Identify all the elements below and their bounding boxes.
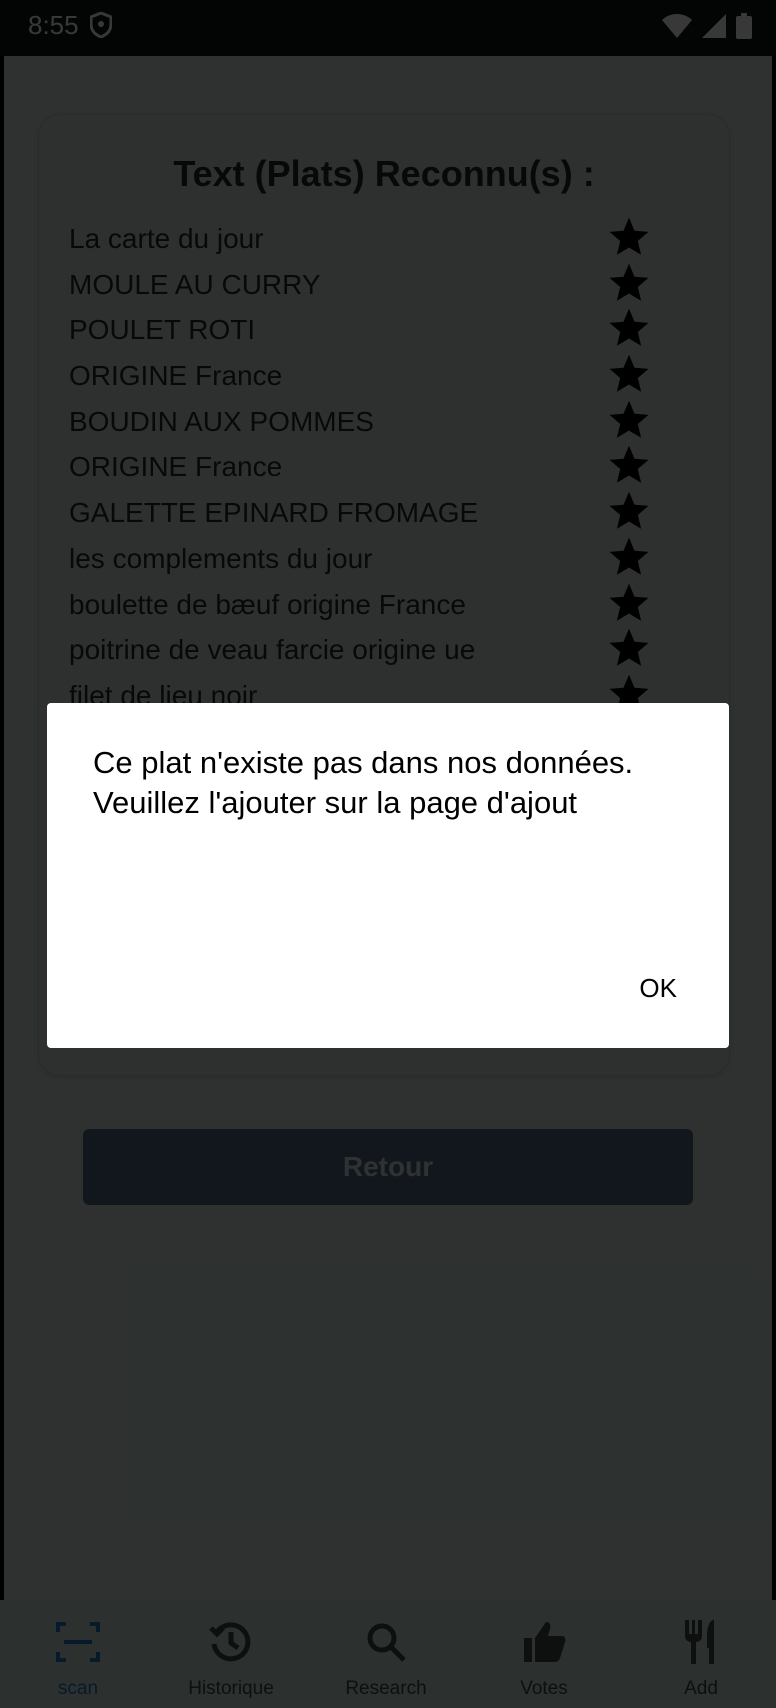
nav-item-scan[interactable]: scan bbox=[0, 1600, 156, 1708]
star-icon[interactable] bbox=[607, 626, 651, 670]
nav-label: Add bbox=[684, 1678, 718, 1699]
back-button[interactable]: Retour bbox=[83, 1129, 693, 1205]
list-item: BOUDIN AUX POMMES bbox=[69, 398, 689, 444]
dish-name: MOULE AU CURRY bbox=[69, 268, 321, 300]
restaurant-icon bbox=[685, 1620, 714, 1664]
nav-item-votes[interactable]: Votes bbox=[466, 1600, 622, 1708]
list-item: poitrine de veau farcie origine ue bbox=[69, 626, 689, 672]
dish-name: poitrine de veau farcie origine ue bbox=[69, 634, 476, 666]
star-icon[interactable] bbox=[607, 535, 651, 579]
nav-item-add[interactable]: Add bbox=[623, 1600, 776, 1708]
ok-button[interactable]: OK bbox=[631, 969, 685, 1008]
nav-label: scan bbox=[57, 1678, 99, 1699]
list-item: ORIGINE France bbox=[69, 352, 689, 398]
star-icon[interactable] bbox=[607, 261, 651, 305]
status-bar: 8:55 bbox=[0, 0, 776, 56]
bottom-nav: scan Historique Research Votes Add bbox=[0, 1600, 776, 1708]
dish-name: ORIGINE France bbox=[69, 451, 283, 483]
star-icon[interactable] bbox=[607, 489, 651, 533]
nav-label: Votes bbox=[520, 1678, 568, 1699]
list-item: les complements du jour bbox=[69, 535, 689, 581]
star-icon[interactable] bbox=[607, 215, 651, 259]
list-item: boulette de bæuf origine France bbox=[69, 581, 689, 627]
list-item: filet de lieu noir bbox=[69, 672, 689, 705]
status-time: 8:55 bbox=[28, 10, 79, 40]
dish-list[interactable]: La carte du jour MOULE AU CURRY POULET R… bbox=[69, 215, 689, 705]
shield-icon bbox=[89, 11, 113, 43]
star-icon[interactable] bbox=[607, 398, 651, 442]
card-title: Text (Plats) Reconnu(s) : bbox=[173, 153, 595, 194]
star-icon[interactable] bbox=[607, 581, 651, 625]
star-icon[interactable] bbox=[607, 306, 651, 350]
nav-label: Research bbox=[345, 1678, 427, 1699]
wifi-icon bbox=[662, 14, 692, 38]
battery-icon bbox=[736, 13, 752, 39]
list-item: MOULE AU CURRY bbox=[69, 261, 689, 307]
list-item: ORIGINE France bbox=[69, 443, 689, 489]
dish-name: GALETTE EPINARD FROMAGE bbox=[69, 497, 479, 529]
list-item: POULET ROTI bbox=[69, 306, 689, 352]
dish-name: BOUDIN AUX POMMES bbox=[69, 405, 374, 437]
signal-icon bbox=[702, 14, 726, 38]
nav-item-historique[interactable]: Historique bbox=[153, 1600, 309, 1708]
list-item: La carte du jour bbox=[69, 215, 689, 261]
dish-name: POULET ROTI bbox=[69, 314, 256, 346]
dialog-message: Ce plat n'existe pas dans nos données. V… bbox=[93, 745, 634, 820]
dish-name: les complements du jour bbox=[69, 542, 373, 574]
search-icon bbox=[367, 1623, 406, 1662]
star-icon[interactable] bbox=[607, 672, 651, 705]
nav-label: Historique bbox=[188, 1678, 274, 1699]
dish-name: ORIGINE France bbox=[69, 360, 283, 392]
thumb-up-icon bbox=[524, 1622, 566, 1662]
nav-item-research[interactable]: Research bbox=[308, 1600, 464, 1708]
alert-dialog: Ce plat n'existe pas dans nos données. V… bbox=[47, 703, 729, 1048]
history-icon bbox=[209, 1622, 251, 1662]
list-item: GALETTE EPINARD FROMAGE bbox=[69, 489, 689, 535]
dish-name: La carte du jour bbox=[69, 223, 264, 254]
scan-icon bbox=[56, 1622, 100, 1662]
star-icon[interactable] bbox=[607, 352, 651, 396]
dish-name: boulette de bæuf origine France bbox=[69, 588, 466, 620]
star-icon[interactable] bbox=[607, 443, 651, 487]
dish-name: filet de lieu noir bbox=[69, 679, 258, 705]
